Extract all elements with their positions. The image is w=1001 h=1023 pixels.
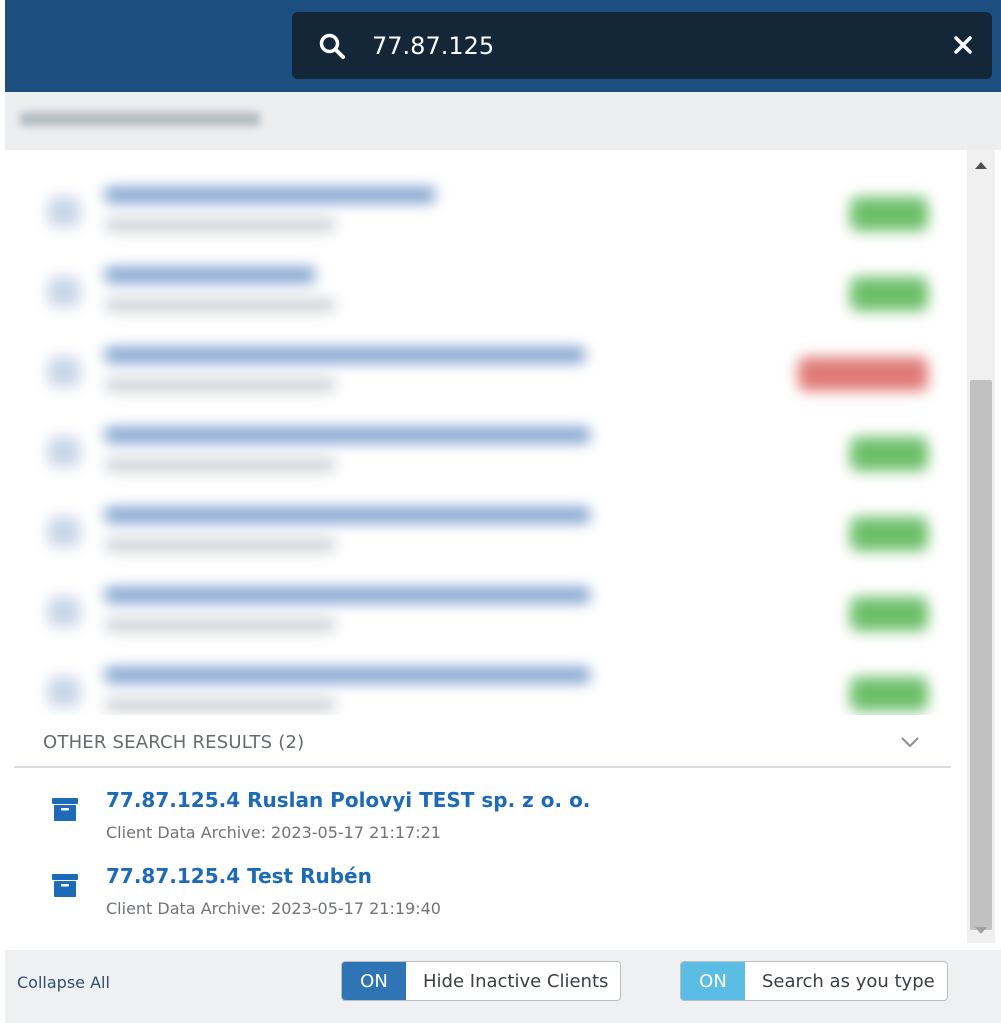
result-title[interactable]: 77.87.125.4 Ruslan Polovyi TEST sp. z o.… (106, 788, 590, 812)
close-icon[interactable] (952, 34, 974, 56)
search-result-item[interactable]: 77.87.125.4 Ruslan Polovyi TEST sp. z o.… (14, 778, 951, 854)
search-box[interactable] (292, 12, 992, 79)
header-bar (5, 0, 1001, 92)
search-icon (319, 33, 345, 59)
toggle-state: ON (342, 962, 406, 1000)
search-as-you-type-toggle[interactable]: ON Search as you type (680, 961, 948, 1001)
search-result-item[interactable]: 77.87.125.4 Test Rubén Client Data Archi… (14, 854, 951, 930)
blurred-section-header (5, 92, 1001, 150)
result-title[interactable]: 77.87.125.4 Test Rubén (106, 864, 372, 888)
archive-icon (52, 874, 78, 897)
scroll-down-arrow-icon[interactable] (971, 920, 991, 940)
other-results-header[interactable]: OTHER SEARCH RESULTS (2) (14, 718, 951, 768)
scroll-thumb[interactable] (970, 380, 992, 930)
toggle-label: Search as you type (762, 970, 935, 992)
blurred-row (10, 495, 955, 573)
footer-bar: Collapse All ON Hide Inactive Clients ON… (5, 950, 1001, 1023)
blurred-results (10, 150, 955, 715)
section-title: OTHER SEARCH RESULTS (2) (43, 732, 305, 753)
collapse-all-link[interactable]: Collapse All (17, 973, 110, 992)
toggle-label: Hide Inactive Clients (423, 970, 609, 992)
scroll-up-arrow-icon[interactable] (971, 156, 991, 176)
blurred-row (10, 575, 955, 653)
archive-icon (52, 798, 78, 821)
result-subtitle: Client Data Archive: 2023-05-17 21:19:40 (106, 899, 441, 918)
blurred-row (10, 335, 955, 413)
blurred-row (10, 175, 955, 253)
blurred-row (10, 415, 955, 493)
blurred-row (10, 255, 955, 333)
chevron-down-icon[interactable] (900, 735, 920, 749)
blurred-row (10, 655, 955, 715)
toggle-state: ON (681, 962, 745, 1000)
scrollbar[interactable] (967, 150, 995, 943)
search-input[interactable] (372, 26, 932, 66)
hide-inactive-clients-toggle[interactable]: ON Hide Inactive Clients (341, 961, 622, 1001)
result-subtitle: Client Data Archive: 2023-05-17 21:17:21 (106, 823, 441, 842)
